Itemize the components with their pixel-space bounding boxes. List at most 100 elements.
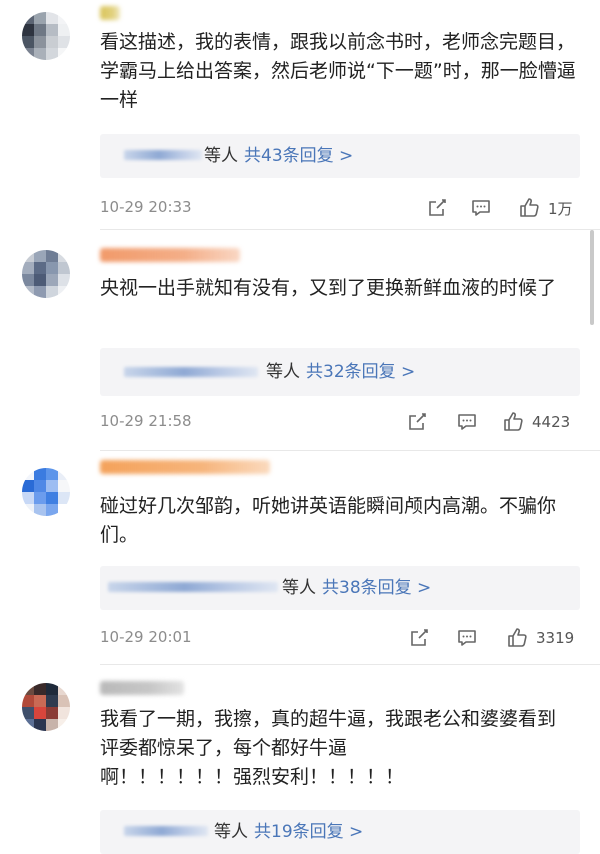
avatar-pixel [22, 36, 34, 48]
username[interactable] [100, 681, 184, 695]
avatar-pixel [46, 24, 58, 36]
avatar-pixel [58, 695, 70, 707]
comment-text: 碰过好几次邹韵，听她讲英语能瞬间颅内高潮。不骗你们。 [100, 495, 557, 546]
timestamp: 10-29 20:01 [100, 628, 192, 646]
comment-text: 看这描述，我的表情，跟我以前念书时，老师念完题目，学霸马上给出答案，然后老师说“… [100, 31, 576, 111]
reply-summary[interactable]: 等人 共38条回复 > [282, 577, 431, 599]
thumbs-up-icon [520, 198, 539, 217]
timestamp: 10-29 21:58 [100, 412, 192, 430]
share-button[interactable] [426, 196, 448, 220]
avatar-pixel [34, 504, 46, 516]
avatar-pixel [58, 250, 70, 262]
avatar-pixel [58, 286, 70, 298]
avatar-pixel [22, 262, 34, 274]
avatar-pixel [46, 695, 58, 707]
avatar-pixel [34, 492, 46, 504]
share-button[interactable] [406, 410, 428, 434]
avatar-pixel [34, 695, 46, 707]
reply-etc-label: 等人 [282, 578, 316, 598]
reply-users [124, 826, 208, 836]
share-button[interactable] [408, 626, 430, 650]
avatar-pixel [34, 274, 46, 286]
comment-item: 我看了一期，我擦，真的超牛逼，我跟老公和婆婆看到评委都惊呆了，每个都好牛逼 啊！… [0, 665, 600, 854]
thumbs-up-icon [504, 412, 523, 431]
avatar-pixel [34, 36, 46, 48]
comment-button[interactable] [470, 196, 492, 220]
avatar-pixel [58, 12, 70, 24]
avatar-pixel [46, 719, 58, 731]
reply-preview[interactable]: 等人 共38条回复 > [100, 566, 580, 610]
reply-count-link[interactable]: 共19条回复 > [254, 822, 363, 842]
comment-button[interactable] [456, 410, 478, 434]
avatar-pixel [34, 24, 46, 36]
avatar-pixel [34, 719, 46, 731]
comment-meta: 10-29 21:58 4423 [100, 408, 582, 436]
avatar-pixel [58, 504, 70, 516]
avatar-pixel [34, 286, 46, 298]
reply-users [124, 150, 202, 160]
reply-summary[interactable]: 等人 共32条回复 > [266, 361, 415, 383]
avatar-pixel [46, 36, 58, 48]
avatar-pixel [58, 36, 70, 48]
like-button[interactable]: 3319 [506, 626, 574, 650]
reply-users [124, 367, 258, 377]
reply-summary[interactable]: 等人 共43条回复 > [204, 145, 353, 167]
comment-button[interactable] [456, 626, 478, 650]
avatar-pixel [46, 286, 58, 298]
timestamp: 10-29 20:33 [100, 198, 192, 216]
like-count: 4423 [532, 413, 571, 431]
avatar-pixel [46, 48, 58, 60]
share-icon [429, 199, 446, 216]
username[interactable] [100, 248, 240, 262]
avatar-pixel [34, 480, 46, 492]
avatar-pixel [22, 48, 34, 60]
thumbs-up-icon [508, 628, 527, 647]
reply-preview[interactable]: 等人 共32条回复 > [100, 348, 580, 396]
avatar-pixel [58, 468, 70, 480]
avatar-pixel [46, 12, 58, 24]
avatar[interactable] [22, 468, 70, 516]
avatar-pixel [58, 262, 70, 274]
reply-count-link[interactable]: 共32条回复 > [306, 362, 415, 382]
avatar-pixel [46, 468, 58, 480]
like-button[interactable]: 4423 [502, 410, 570, 434]
avatar-pixel [34, 468, 46, 480]
like-button[interactable]: 1万 [518, 196, 573, 220]
share-icon [409, 413, 426, 430]
avatar-pixel [22, 683, 34, 695]
avatar-pixel [58, 492, 70, 504]
avatar-pixel [46, 262, 58, 274]
avatar-pixel [58, 683, 70, 695]
comment-icon [458, 414, 476, 430]
avatar-pixel [22, 468, 34, 480]
reply-count-link[interactable]: 共43条回复 > [244, 146, 353, 166]
reply-summary[interactable]: 等人 共19条回复 > [214, 821, 363, 843]
avatar-pixel [58, 719, 70, 731]
avatar-pixel [46, 683, 58, 695]
comment-item: 碰过好几次邹韵，听她讲英语能瞬间颅内高潮。不骗你们。 等人 共38条回复 > 10… [0, 450, 600, 665]
username[interactable] [100, 6, 120, 20]
avatar[interactable] [22, 250, 70, 298]
avatar-pixel [22, 24, 34, 36]
username[interactable] [100, 460, 270, 474]
avatar-pixel [22, 274, 34, 286]
comment-item: 看这描述，我的表情，跟我以前念书时，老师念完题目，学霸马上给出答案，然后老师说“… [0, 0, 600, 230]
reply-preview[interactable]: 等人 共19条回复 > [100, 810, 580, 854]
reply-etc-label: 等人 [266, 362, 300, 382]
reply-preview[interactable]: 等人 共43条回复 > [100, 134, 580, 178]
avatar-pixel [34, 12, 46, 24]
avatar-pixel [58, 48, 70, 60]
reply-count-link[interactable]: 共38条回复 > [322, 578, 431, 598]
comment-meta: 10-29 20:33 1万 [100, 194, 582, 222]
avatar-pixel [34, 250, 46, 262]
scrollbar[interactable] [590, 230, 594, 325]
avatar-pixel [46, 504, 58, 516]
avatar[interactable] [22, 12, 70, 60]
comment-text: 央视一出手就知有没有，又到了更换新鲜血液的时候了 [100, 277, 557, 299]
avatar-pixel [46, 274, 58, 286]
avatar-pixel [34, 48, 46, 60]
avatar[interactable] [22, 683, 70, 731]
avatar-pixel [58, 24, 70, 36]
avatar-pixel [22, 719, 34, 731]
avatar-pixel [34, 707, 46, 719]
